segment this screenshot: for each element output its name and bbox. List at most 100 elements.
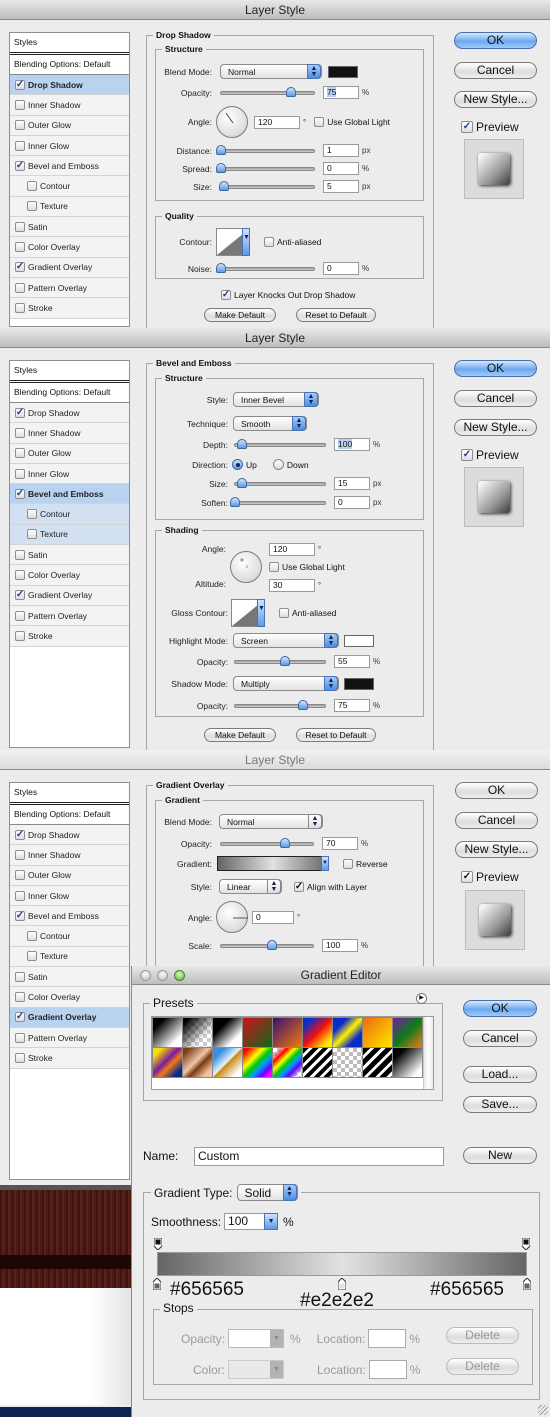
style-item-stroke[interactable]: Stroke xyxy=(10,298,129,319)
checkbox-unchecked-icon[interactable] xyxy=(15,992,25,1003)
preset-swatch[interactable] xyxy=(363,1048,392,1077)
scale-input[interactable]: 100 xyxy=(322,939,358,952)
preset-swatch[interactable] xyxy=(303,1048,332,1077)
presets-scrollbar[interactable] xyxy=(423,1017,433,1089)
ok-button[interactable]: OK xyxy=(454,32,537,49)
gradient-ramp-bar[interactable] xyxy=(157,1252,527,1276)
angle-dial[interactable] xyxy=(216,106,248,138)
checkbox-unchecked-icon[interactable] xyxy=(15,99,25,110)
slider-knob[interactable] xyxy=(237,477,248,488)
style-item-bevel-and-emboss[interactable]: ✓ Bevel and Emboss xyxy=(10,484,129,505)
checkbox-unchecked-icon[interactable] xyxy=(15,890,25,901)
preset-swatch[interactable] xyxy=(273,1048,302,1077)
slider-knob[interactable] xyxy=(280,837,291,848)
new-style-button[interactable]: New Style... xyxy=(454,91,537,108)
slider-knob[interactable] xyxy=(216,262,226,273)
checkbox-unchecked-icon[interactable] xyxy=(27,181,37,192)
style-item-satin[interactable]: Satin xyxy=(10,545,129,566)
preset-swatch[interactable] xyxy=(213,1048,242,1077)
checkbox-unchecked-icon[interactable] xyxy=(15,1052,25,1063)
cancel-button[interactable]: Cancel xyxy=(454,62,537,79)
checkbox-unchecked-icon[interactable] xyxy=(15,1032,25,1043)
slider-knob[interactable] xyxy=(216,144,226,155)
blending-options-item[interactable]: Blending Options: Default xyxy=(10,55,129,75)
blend-mode-select[interactable]: Normal ▲ ▼ xyxy=(219,814,323,829)
checkbox-unchecked-icon[interactable] xyxy=(15,427,25,438)
checkbox-unchecked-icon[interactable] xyxy=(15,971,25,982)
blending-options-item[interactable]: Blending Options: Default xyxy=(10,383,129,403)
style-item-gradient-overlay[interactable]: ✓ Gradient Overlay xyxy=(10,585,129,606)
shadow-opacity-input[interactable]: 75 xyxy=(334,699,370,712)
style-item-outer-glow[interactable]: Outer Glow xyxy=(10,115,129,136)
preset-swatch[interactable] xyxy=(153,1048,182,1077)
spread-input[interactable]: 0 xyxy=(323,162,359,175)
preset-swatch[interactable] xyxy=(183,1018,212,1047)
direction-up-radio[interactable] xyxy=(232,459,243,470)
color-stop-marker[interactable] xyxy=(522,1277,532,1291)
style-item-contour[interactable]: Contour xyxy=(10,176,129,197)
make-default-button[interactable]: Make Default xyxy=(204,728,276,742)
style-item-gradient-overlay[interactable]: ✓ Gradient Overlay xyxy=(10,1007,129,1028)
preset-swatch[interactable] xyxy=(153,1018,182,1047)
preset-swatch[interactable] xyxy=(183,1048,212,1077)
minimize-window-button[interactable] xyxy=(157,970,168,981)
preview-checkbox[interactable]: ✓ xyxy=(461,449,473,461)
color-stop-marker[interactable] xyxy=(152,1277,162,1291)
checkbox-checked-icon[interactable]: ✓ xyxy=(15,407,25,418)
color-location-input[interactable] xyxy=(368,1360,407,1379)
style-item-satin[interactable]: Satin xyxy=(10,967,129,988)
preset-swatch[interactable] xyxy=(363,1018,392,1047)
delete-opacity-stop-button[interactable]: Delete xyxy=(446,1327,519,1344)
ok-button[interactable]: OK xyxy=(455,782,538,799)
gradient-type-select[interactable]: Solid ▲ ▼ xyxy=(236,1184,298,1201)
shadow-mode-select[interactable]: Multiply ▲ ▼ xyxy=(233,676,339,691)
checkbox-unchecked-icon[interactable] xyxy=(15,630,25,641)
checkbox-checked-icon[interactable]: ✓ xyxy=(15,488,25,499)
checkbox-unchecked-icon[interactable] xyxy=(15,302,25,313)
altitude-input[interactable]: 30 xyxy=(269,579,315,592)
style-item-texture[interactable]: Texture xyxy=(10,946,129,968)
close-window-button[interactable] xyxy=(140,970,151,981)
checkbox-checked-icon[interactable]: ✓ xyxy=(15,910,25,921)
size-input[interactable]: 15 xyxy=(334,477,370,490)
preset-swatch[interactable] xyxy=(333,1048,362,1077)
slider-knob[interactable] xyxy=(266,939,277,950)
slider-knob[interactable] xyxy=(216,162,226,173)
stop-color-swatch[interactable]: ▼ xyxy=(228,1360,284,1379)
style-item-inner-glow[interactable]: Inner Glow xyxy=(10,463,129,485)
preview-checkbox[interactable]: ✓ xyxy=(461,871,473,883)
ge-cancel-button[interactable]: Cancel xyxy=(463,1030,537,1047)
checkbox-unchecked-icon[interactable] xyxy=(15,849,25,860)
checkbox-unchecked-icon[interactable] xyxy=(27,201,37,212)
presets-menu-icon[interactable]: ▶ xyxy=(416,993,427,1004)
checkbox-unchecked-icon[interactable] xyxy=(15,282,25,293)
opacity-location-input[interactable] xyxy=(368,1329,407,1348)
checkbox-unchecked-icon[interactable] xyxy=(15,140,25,151)
new-style-button[interactable]: New Style... xyxy=(454,419,537,436)
preview-checkbox[interactable]: ✓ xyxy=(461,121,473,133)
style-item-inner-glow[interactable]: Inner Glow xyxy=(10,885,129,907)
opacity-input[interactable]: 75 xyxy=(323,86,359,99)
style-item-drop-shadow[interactable]: ✓ Drop Shadow xyxy=(10,825,129,846)
slider-knob[interactable] xyxy=(230,496,240,507)
checkbox-unchecked-icon[interactable] xyxy=(15,242,25,253)
angle-dial[interactable] xyxy=(216,901,248,933)
checkbox-unchecked-icon[interactable] xyxy=(15,221,25,232)
checkbox-unchecked-icon[interactable] xyxy=(15,468,25,479)
preset-swatch[interactable] xyxy=(393,1048,422,1077)
slider-knob[interactable] xyxy=(297,699,308,710)
soften-slider[interactable] xyxy=(230,496,326,507)
size-slider[interactable] xyxy=(234,477,326,488)
technique-select[interactable]: Smooth ▲ ▼ xyxy=(233,416,307,431)
checkbox-checked-icon[interactable]: ✓ xyxy=(15,79,25,90)
highlight-color-swatch[interactable] xyxy=(344,634,374,647)
bevel-style-select[interactable]: Inner Bevel ▲ ▼ xyxy=(233,392,319,407)
checkbox-checked-icon[interactable]: ✓ xyxy=(15,829,25,840)
opacity-input[interactable]: 70 xyxy=(322,837,358,850)
checkbox-unchecked-icon[interactable] xyxy=(27,529,37,540)
checkbox-unchecked-icon[interactable] xyxy=(15,120,25,131)
style-item-color-overlay[interactable]: Color Overlay xyxy=(10,237,129,258)
preset-swatch[interactable] xyxy=(303,1018,332,1047)
opacity-stop-right[interactable] xyxy=(521,1237,531,1251)
angle-input[interactable]: 0 xyxy=(252,910,294,924)
